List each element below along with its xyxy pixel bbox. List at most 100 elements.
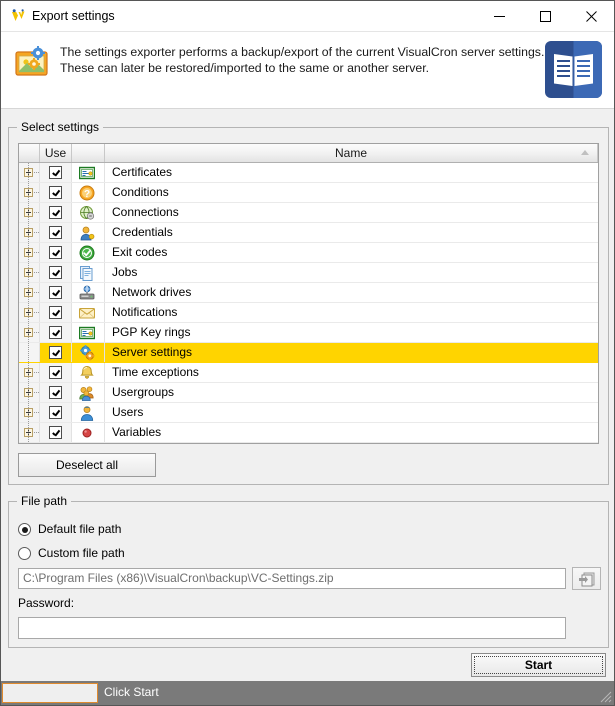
gears-icon [79, 345, 95, 361]
table-row[interactable]: Exit codes [19, 243, 598, 263]
row-icon-cell [72, 243, 105, 262]
default-file-path-radio[interactable] [18, 523, 31, 536]
table-row[interactable]: Usergroups [19, 383, 598, 403]
table-row[interactable]: Network drives [19, 283, 598, 303]
row-name-label: Server settings [112, 345, 193, 359]
table-row[interactable]: Notifications [19, 303, 598, 323]
file-path-input[interactable]: C:\Program Files (x86)\VisualCron\backup… [18, 568, 566, 589]
table-row[interactable]: Jobs [19, 263, 598, 283]
table-row[interactable]: PGP Key rings [19, 323, 598, 343]
use-checkbox[interactable] [49, 206, 62, 219]
deselect-all-button[interactable]: Deselect all [18, 453, 156, 477]
use-checkbox[interactable] [49, 386, 62, 399]
row-icon-cell [72, 263, 105, 282]
header-banner: The settings exporter performs a backup/… [1, 32, 614, 109]
password-input[interactable] [18, 617, 566, 639]
row-indent-cell [19, 283, 40, 303]
envelope-icon [79, 305, 95, 321]
green-check-icon [79, 245, 95, 261]
custom-file-path-radio[interactable] [18, 547, 31, 560]
row-name-label: Variables [112, 425, 162, 439]
row-icon-cell [72, 383, 105, 402]
use-checkbox[interactable] [49, 346, 62, 359]
use-checkbox-cell[interactable] [40, 423, 72, 442]
use-checkbox-cell[interactable] [40, 283, 72, 302]
row-icon-cell [72, 363, 105, 382]
table-row[interactable]: Connections [19, 203, 598, 223]
use-checkbox[interactable] [49, 326, 62, 339]
table-row[interactable]: ? Conditions [19, 183, 598, 203]
use-checkbox-cell[interactable] [40, 203, 72, 222]
sort-ascending-icon [581, 150, 589, 155]
table-row[interactable]: Certificates [19, 163, 598, 183]
use-checkbox-cell[interactable] [40, 323, 72, 342]
use-checkbox-cell[interactable] [40, 303, 72, 322]
use-checkbox[interactable] [49, 426, 62, 439]
use-checkbox-cell[interactable] [40, 383, 72, 402]
table-row[interactable]: Credentials [19, 223, 598, 243]
header-line-1: The settings exporter performs a backup/… [60, 45, 545, 59]
start-button[interactable]: Start [471, 653, 606, 677]
use-checkbox-cell[interactable] [40, 243, 72, 262]
documentation-book-icon[interactable] [545, 41, 602, 98]
use-checkbox-cell[interactable] [40, 343, 72, 362]
use-checkbox-cell[interactable] [40, 263, 72, 282]
svg-text:?: ? [84, 189, 90, 200]
use-checkbox[interactable] [49, 166, 62, 179]
row-name-label: Certificates [112, 165, 173, 179]
usergroup-icon [79, 385, 95, 401]
row-indent-cell [19, 343, 40, 363]
resize-grip-icon[interactable] [600, 691, 612, 703]
export-settings-window: Export settings The settings exporter pe… [0, 0, 615, 706]
use-checkbox-cell[interactable] [40, 183, 72, 202]
row-indent-cell [19, 403, 40, 423]
table-row[interactable]: Server settings [19, 343, 598, 363]
use-checkbox-cell[interactable] [40, 403, 72, 422]
password-label: Password: [18, 596, 75, 610]
close-button[interactable] [568, 1, 614, 31]
maximize-button[interactable] [522, 1, 568, 31]
documents-icon [79, 265, 95, 281]
tree-vertical-line [28, 363, 29, 383]
column-header-name[interactable]: Name [105, 144, 598, 162]
grid-header-row: Use Name [19, 144, 598, 163]
use-checkbox[interactable] [49, 406, 62, 419]
row-icon-cell [72, 303, 105, 322]
visualcron-logo-icon [10, 8, 27, 25]
settings-grid[interactable]: Use Name Certificates ? Conditions Connecti… [18, 143, 599, 444]
column-header-icon[interactable] [72, 144, 105, 162]
use-checkbox[interactable] [49, 186, 62, 199]
use-checkbox[interactable] [49, 226, 62, 239]
row-icon-cell: ? [72, 183, 105, 202]
column-header-use[interactable]: Use [40, 144, 72, 162]
bell-icon [79, 365, 95, 381]
row-name-label: Network drives [112, 285, 192, 299]
tree-vertical-line [28, 183, 29, 203]
network-drive-icon [79, 285, 95, 301]
table-row[interactable]: Users [19, 403, 598, 423]
row-icon-cell [72, 223, 105, 242]
table-row[interactable]: Variables [19, 423, 598, 443]
tree-vertical-line [28, 423, 29, 443]
tree-vertical-line [28, 383, 29, 403]
export-settings-icon [15, 45, 51, 79]
use-checkbox[interactable] [49, 366, 62, 379]
minimize-button[interactable] [476, 1, 522, 31]
globe-connection-icon [79, 205, 95, 221]
column-header-name-label: Name [334, 146, 367, 160]
default-file-path-label: Default file path [38, 522, 122, 536]
use-checkbox-cell[interactable] [40, 163, 72, 182]
use-checkbox-cell[interactable] [40, 363, 72, 382]
table-row[interactable]: Time exceptions [19, 363, 598, 383]
tree-vertical-line [28, 263, 29, 283]
use-checkbox[interactable] [49, 286, 62, 299]
tree-vertical-line [28, 323, 29, 343]
use-checkbox[interactable] [49, 306, 62, 319]
use-checkbox[interactable] [49, 266, 62, 279]
row-indent-cell [19, 323, 40, 343]
browse-folder-button[interactable] [572, 567, 601, 590]
use-checkbox[interactable] [49, 246, 62, 259]
use-checkbox-cell[interactable] [40, 223, 72, 242]
status-message: Click Start [104, 685, 159, 699]
row-icon-cell [72, 163, 105, 182]
